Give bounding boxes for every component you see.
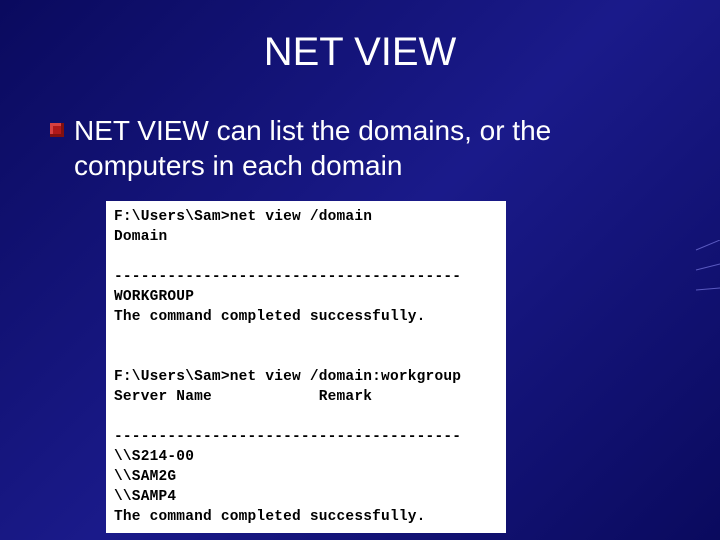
slide-container: NET VIEW NET VIEW can list the domains, … xyxy=(0,0,720,540)
terminal-output: F:\Users\Sam>net view /domain Domain ---… xyxy=(106,201,506,533)
bullet-item: NET VIEW can list the domains, or the co… xyxy=(50,113,670,183)
bullet-square-icon xyxy=(50,123,64,137)
corner-accent-icon xyxy=(692,240,720,300)
bullet-text: NET VIEW can list the domains, or the co… xyxy=(74,113,670,183)
slide-title: NET VIEW xyxy=(50,30,670,75)
